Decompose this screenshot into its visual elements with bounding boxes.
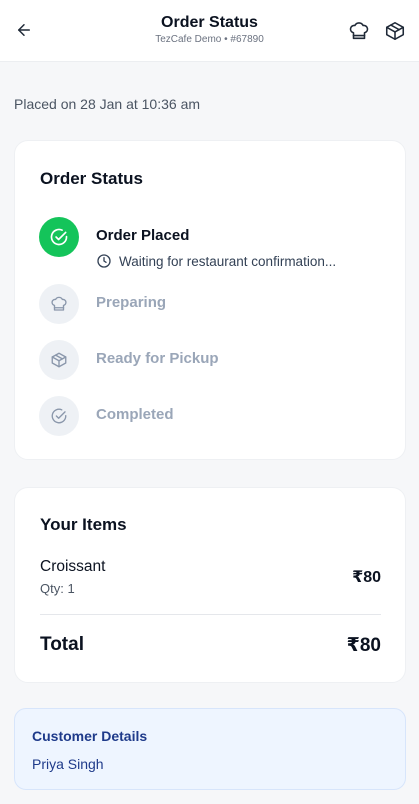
status-step-order-placed: Order Placed Waiting for restaurant conf… — [39, 217, 389, 269]
status-step-ready-for-pickup: Ready for Pickup — [39, 340, 389, 382]
order-status-card: Order Status Order Placed Waiting for re… — [14, 140, 406, 460]
kitchen-button[interactable] — [346, 18, 372, 44]
customer-name: Priya Singh — [32, 756, 104, 772]
status-step-completed: Completed — [39, 396, 389, 438]
item-price: ₹80 — [352, 569, 381, 586]
step-indicator — [39, 396, 79, 436]
customer-details-card: Customer Details Priya Singh — [14, 708, 406, 790]
back-button[interactable] — [10, 16, 38, 44]
step-label: Preparing — [96, 294, 167, 311]
customer-details-heading: Customer Details — [32, 728, 148, 744]
step-label: Ready for Pickup — [96, 350, 219, 367]
header-title-group: Order Status TezCafe Demo • #67890 — [80, 13, 339, 46]
clock-icon — [97, 254, 111, 268]
divider — [40, 614, 381, 615]
step-note-text: Waiting for restaurant confirmation... — [119, 253, 337, 269]
chef-hat-icon — [51, 296, 67, 311]
check-circle-icon — [50, 228, 68, 246]
check-circle-icon — [51, 408, 67, 424]
item-quantity: Qty: 1 — [40, 581, 75, 596]
your-items-card: Your Items Croissant Qty: 1 ₹80 Total ₹8… — [14, 487, 406, 683]
step-indicator — [39, 340, 79, 380]
page-subtitle: TezCafe Demo • #67890 — [155, 34, 264, 45]
step-indicator — [39, 217, 79, 257]
item-name: Croissant — [40, 558, 106, 575]
page-title: Order Status — [161, 14, 258, 31]
package-icon — [51, 352, 67, 368]
status-step-preparing: Preparing — [39, 284, 389, 326]
order-status-heading: Order Status — [40, 169, 143, 188]
step-label: Order Placed — [96, 227, 190, 244]
placed-timestamp: Placed on 28 Jan at 10:36 am — [14, 96, 201, 112]
total-label: Total — [40, 634, 84, 655]
total-value: ₹80 — [346, 635, 381, 656]
step-indicator — [39, 284, 79, 324]
app-header: Order Status TezCafe Demo • #67890 — [0, 0, 419, 62]
arrow-left-icon — [18, 24, 30, 36]
package-icon — [385, 21, 405, 41]
chef-hat-icon — [349, 22, 369, 40]
package-button[interactable] — [382, 18, 408, 44]
step-label: Completed — [96, 406, 174, 423]
step-note: Waiting for restaurant confirmation... — [96, 253, 336, 269]
your-items-heading: Your Items — [40, 515, 127, 534]
